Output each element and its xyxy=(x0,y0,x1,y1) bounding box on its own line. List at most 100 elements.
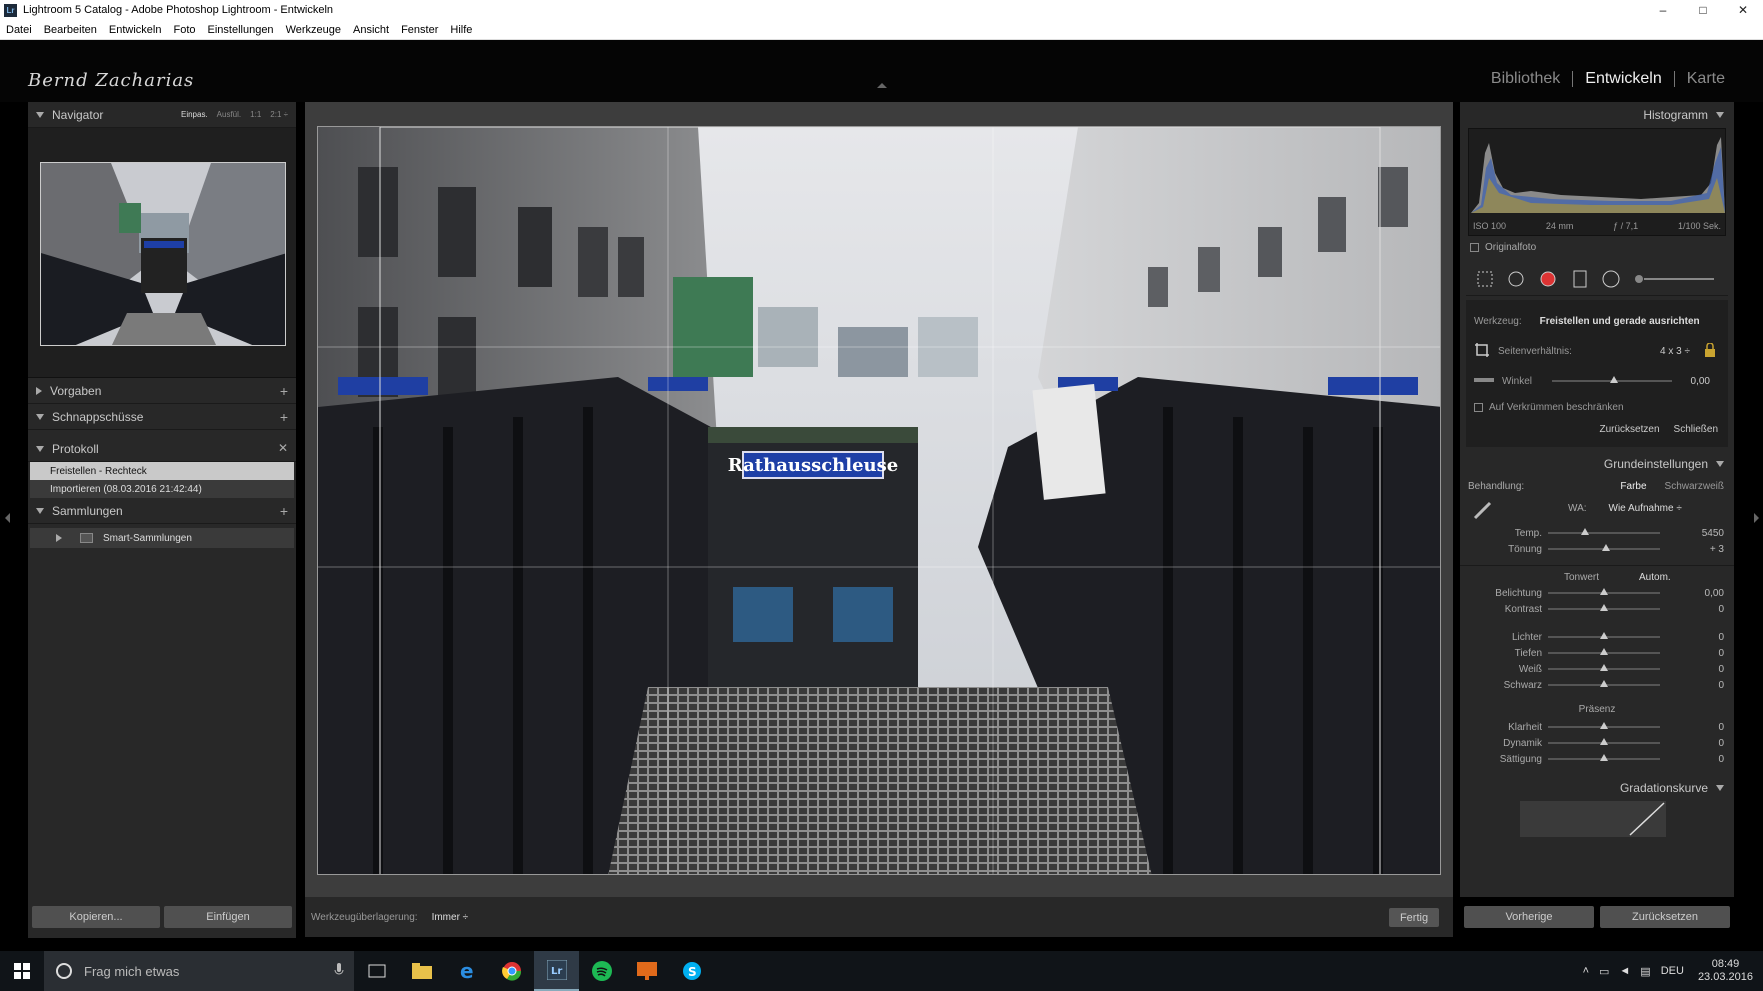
slider-value[interactable]: 0 xyxy=(1718,648,1724,659)
slider-track[interactable] xyxy=(1548,528,1660,535)
slider-value[interactable]: 0 xyxy=(1718,754,1724,765)
tone-curve-header[interactable]: Gradationskurve xyxy=(1460,775,1734,801)
navigator-preview[interactable] xyxy=(28,128,296,378)
menu-ansicht[interactable]: Ansicht xyxy=(353,24,389,36)
slider-value[interactable]: 0 xyxy=(1718,738,1724,749)
slider-value[interactable]: 0 xyxy=(1718,722,1724,733)
radial-filter-icon[interactable] xyxy=(1602,270,1620,288)
slider-row[interactable]: Temp. 5450 xyxy=(1460,525,1734,541)
zoom-fill[interactable]: Ausfül. xyxy=(217,110,241,119)
histogram-graph[interactable]: ISO 100 24 mm ƒ / 7,1 1/100 Sek. xyxy=(1468,128,1726,236)
navigator-thumbnail[interactable] xyxy=(40,162,286,346)
module-bibliothek[interactable]: Bibliothek xyxy=(1479,70,1572,88)
spot-removal-icon[interactable] xyxy=(1507,270,1525,288)
zoom-1-1[interactable]: 1:1 xyxy=(250,110,261,119)
slider-knob[interactable] xyxy=(1600,680,1608,687)
slider-value[interactable]: 5450 xyxy=(1702,528,1724,539)
constrain-row[interactable]: Auf Verkrümmen beschränken xyxy=(1474,396,1720,418)
slider-row[interactable]: Belichtung 0,00 xyxy=(1460,585,1734,601)
add-collection-icon[interactable]: + xyxy=(280,503,288,519)
slider-track[interactable] xyxy=(1548,664,1660,671)
menu-werkzeuge[interactable]: Werkzeuge xyxy=(286,24,341,36)
file-explorer-icon[interactable] xyxy=(399,951,444,991)
slider-row[interactable]: Tönung + 3 xyxy=(1460,541,1734,557)
wb-select[interactable]: Wie Aufnahme ÷ xyxy=(1609,503,1682,514)
minimize-button[interactable]: – xyxy=(1643,0,1683,20)
treatment-bw[interactable]: Schwarzweiß xyxy=(1665,481,1724,492)
slider-track[interactable] xyxy=(1548,588,1660,595)
right-panel-toggle-icon[interactable] xyxy=(1754,513,1759,523)
slider-value[interactable]: 0 xyxy=(1718,680,1724,691)
copy-settings-button[interactable]: Kopieren... xyxy=(32,906,160,928)
slider-value[interactable]: + 3 xyxy=(1710,544,1724,555)
straighten-tool-icon[interactable] xyxy=(1474,376,1494,387)
slider-row[interactable]: Sättigung 0 xyxy=(1460,751,1734,767)
slider-knob[interactable] xyxy=(1600,738,1608,745)
slider-track[interactable] xyxy=(1548,544,1660,551)
paste-settings-button[interactable]: Einfügen xyxy=(164,906,292,928)
zoom-fit[interactable]: Einpas. xyxy=(181,110,208,119)
histogram-header[interactable]: Histogramm xyxy=(1460,102,1734,128)
angle-slider-knob[interactable] xyxy=(1610,376,1618,383)
slider-row[interactable]: Tiefen 0 xyxy=(1460,645,1734,661)
done-button[interactable]: Fertig xyxy=(1389,908,1439,927)
menu-datei[interactable]: Datei xyxy=(6,24,32,36)
slider-knob[interactable] xyxy=(1600,588,1608,595)
module-entwickeln[interactable]: Entwickeln xyxy=(1573,70,1673,88)
constrain-checkbox[interactable] xyxy=(1474,402,1483,412)
network-icon[interactable]: ▭ xyxy=(1599,965,1609,978)
slider-knob[interactable] xyxy=(1600,648,1608,655)
microphone-icon[interactable] xyxy=(334,962,344,980)
tone-curve-graph[interactable] xyxy=(1520,801,1666,837)
aspect-lock-icon[interactable] xyxy=(1704,341,1716,360)
notification-icon[interactable]: ▤ xyxy=(1640,965,1650,978)
history-item[interactable]: Freistellen - Rechteck xyxy=(30,462,294,480)
clock[interactable]: 08:49 23.03.2016 xyxy=(1698,958,1753,984)
menu-hilfe[interactable]: Hilfe xyxy=(450,24,472,36)
crop-tool-icon[interactable] xyxy=(1476,270,1493,288)
menu-fenster[interactable]: Fenster xyxy=(401,24,438,36)
slider-track[interactable] xyxy=(1548,738,1660,745)
slider-track[interactable] xyxy=(1548,604,1660,611)
reset-all-button[interactable]: Zurücksetzen xyxy=(1600,906,1730,928)
maximize-button[interactable]: □ xyxy=(1683,0,1723,20)
menu-bearbeiten[interactable]: Bearbeiten xyxy=(44,24,97,36)
menu-entwickeln[interactable]: Entwickeln xyxy=(109,24,162,36)
slider-track[interactable] xyxy=(1548,680,1660,687)
slider-knob[interactable] xyxy=(1600,604,1608,611)
crop-close-button[interactable]: Schließen xyxy=(1674,424,1718,435)
close-button[interactable]: ✕ xyxy=(1723,0,1763,20)
slider-knob[interactable] xyxy=(1600,754,1608,761)
basic-header[interactable]: Grundeinstellungen xyxy=(1460,451,1734,477)
angle-slider[interactable] xyxy=(1552,376,1672,383)
chrome-browser-icon[interactable] xyxy=(489,951,534,991)
crop-frame-icon[interactable] xyxy=(1474,342,1490,361)
wb-eyedropper-icon[interactable] xyxy=(1472,499,1494,524)
slider-value[interactable]: 0 xyxy=(1718,664,1724,675)
lightroom-taskbar-icon[interactable]: Lr xyxy=(534,951,579,991)
language-indicator[interactable]: DEU xyxy=(1661,965,1684,977)
slider-row[interactable]: Kontrast 0 xyxy=(1460,601,1734,617)
auto-tone-button[interactable]: Autom. xyxy=(1639,572,1671,583)
slider-track[interactable] xyxy=(1548,754,1660,761)
slider-row[interactable]: Lichter 0 xyxy=(1460,629,1734,645)
slider-knob[interactable] xyxy=(1600,664,1608,671)
slider-track[interactable] xyxy=(1548,632,1660,639)
overlay-select[interactable]: Immer ÷ xyxy=(432,912,469,923)
zoom-2-1[interactable]: 2:1 ÷ xyxy=(270,110,288,119)
collection-item[interactable]: Smart-Sammlungen xyxy=(30,528,294,548)
cortana-search-box[interactable]: Frag mich etwas xyxy=(44,951,354,991)
aspect-select[interactable]: 4 x 3 ÷ xyxy=(1660,346,1690,357)
slider-knob[interactable] xyxy=(1600,632,1608,639)
photo-crop-view[interactable]: Rathausschleuse xyxy=(317,126,1441,875)
volume-icon[interactable]: ◄ xyxy=(1619,965,1630,977)
add-preset-icon[interactable]: + xyxy=(280,383,288,399)
task-view-icon[interactable] xyxy=(354,951,399,991)
tray-chevron-icon[interactable]: ˄ xyxy=(1583,965,1589,977)
left-panel-toggle-icon[interactable] xyxy=(5,513,10,523)
add-snapshot-icon[interactable]: + xyxy=(280,409,288,425)
slider-value[interactable]: 0 xyxy=(1718,632,1724,643)
slider-knob[interactable] xyxy=(1580,528,1589,535)
slider-row[interactable]: Weiß 0 xyxy=(1460,661,1734,677)
menu-einstellungen[interactable]: Einstellungen xyxy=(208,24,274,36)
